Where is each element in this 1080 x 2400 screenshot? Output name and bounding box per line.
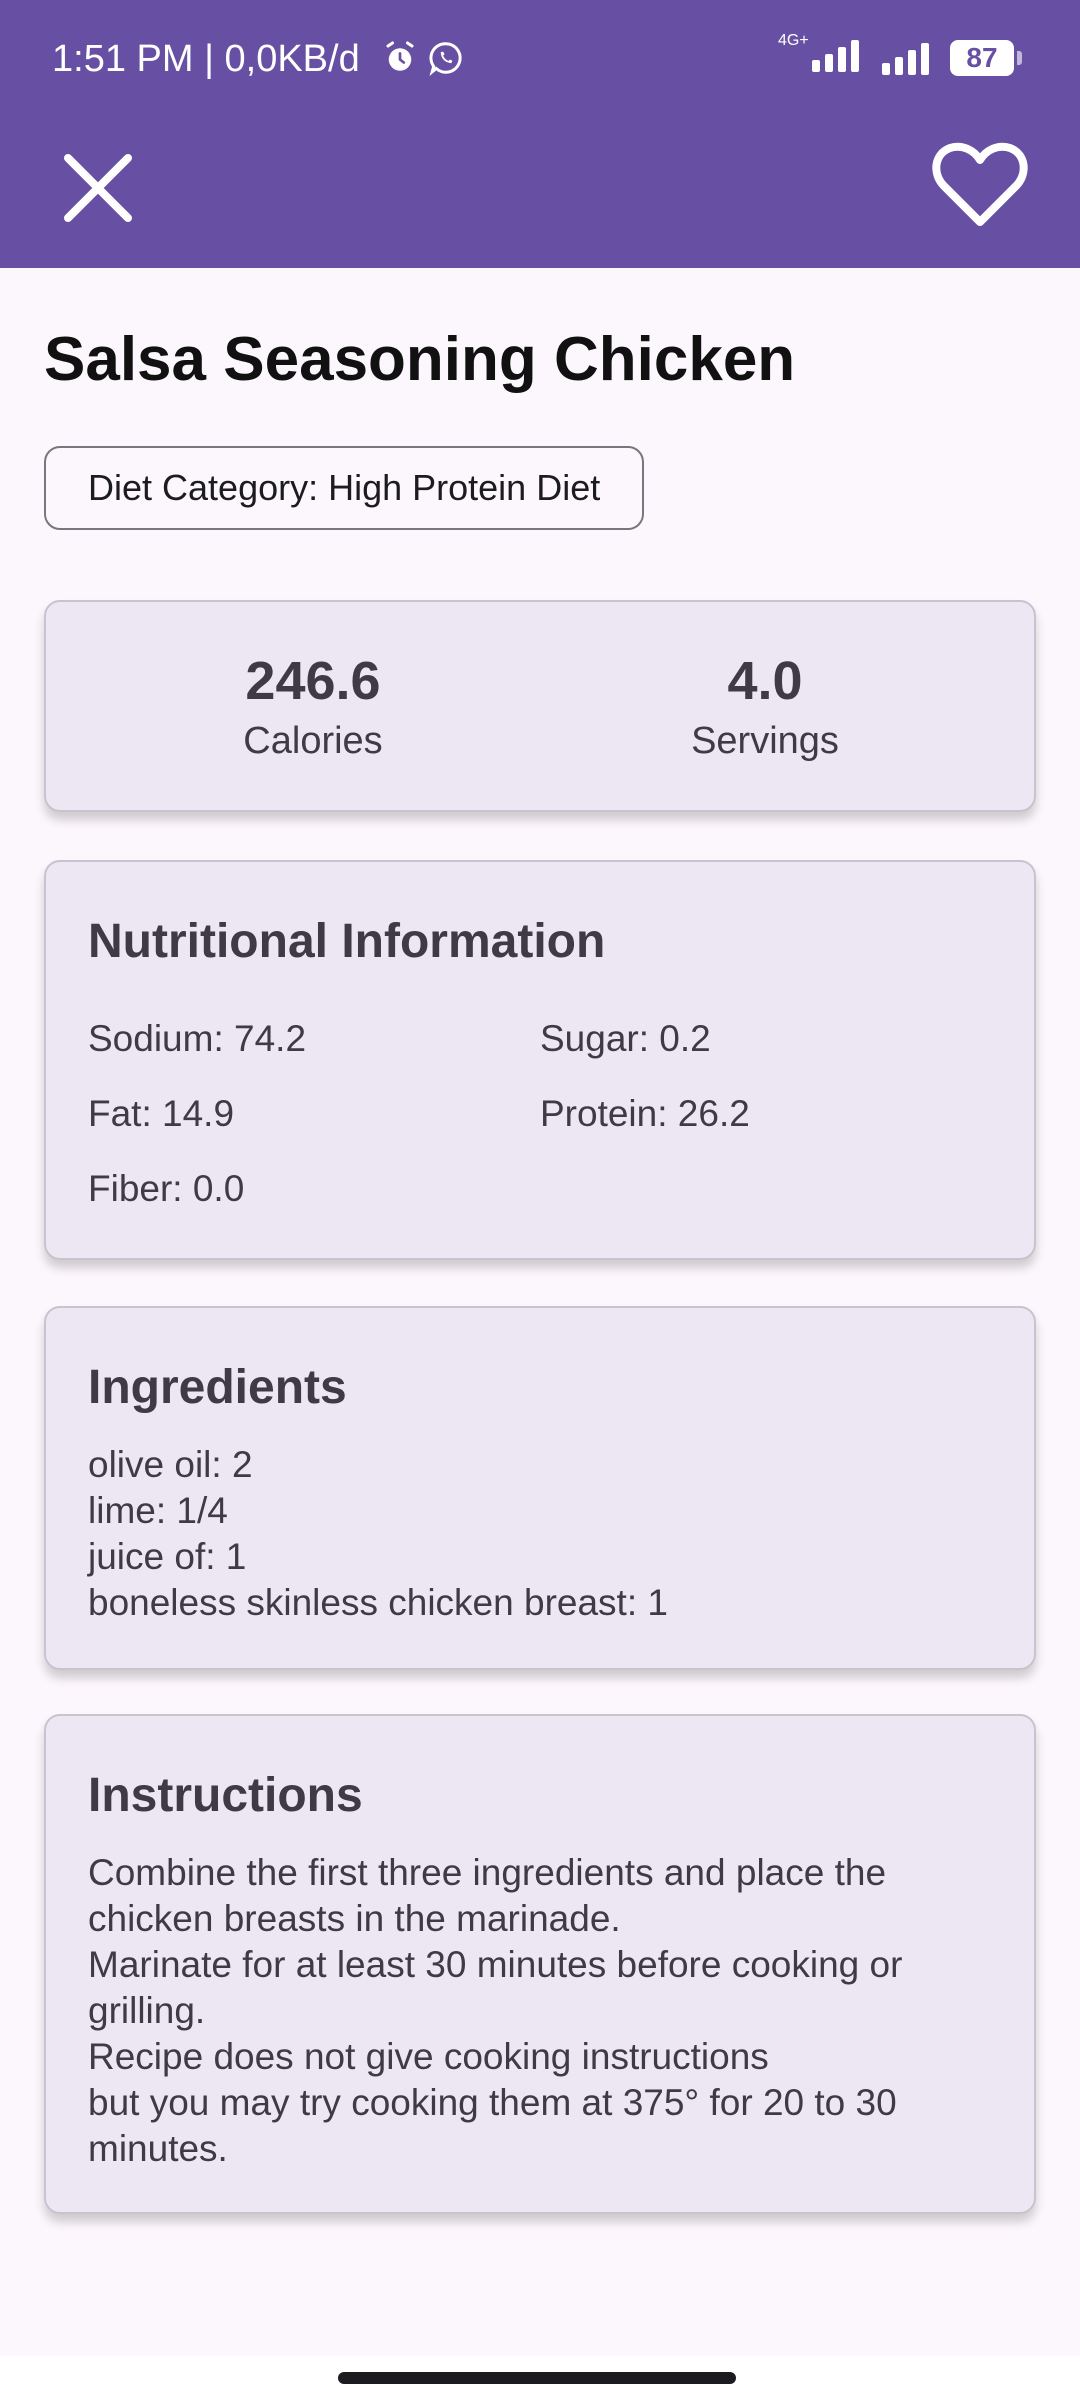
calories-value: 246.6 xyxy=(245,651,381,711)
list-item: lime: 1/4 xyxy=(88,1490,228,1531)
home-indicator[interactable] xyxy=(338,2372,736,2384)
ingredients-list: olive oil: 2 lime: 1/4 juice of: 1 bonel… xyxy=(88,1442,668,1626)
fat-value: Fat: 14.9 xyxy=(88,1093,235,1134)
network-type: 4G+ xyxy=(778,32,809,49)
nutrition-title: Nutritional Information xyxy=(88,915,606,968)
top-app-bar: 1:51 PM | 0,0KB/d 4G+ 87 xyxy=(0,0,1080,268)
servings-label: Servings xyxy=(691,720,839,762)
battery-level: 87 xyxy=(966,41,998,73)
whatsapp-icon xyxy=(429,42,462,76)
status-time: 1:51 PM | 0,0KB/d xyxy=(52,38,360,80)
recipe-title: Salsa Seasoning Chicken xyxy=(44,325,796,394)
nutrition-card: Nutritional Information Sodium: 74.2 Sug… xyxy=(44,860,1036,1260)
alarm-icon xyxy=(386,41,414,71)
signal-icon: 4G+ xyxy=(778,32,862,77)
sugar-value: Sugar: 0.2 xyxy=(540,1018,711,1059)
list-item: boneless skinless chicken breast: 1 xyxy=(88,1582,668,1623)
favorite-button[interactable] xyxy=(930,136,1030,232)
signal-icon-2 xyxy=(882,42,929,75)
instruction-line: but you may try cooking them at 375° for… xyxy=(88,2082,897,2123)
status-notification-icons xyxy=(382,40,464,76)
instruction-line: grilling. xyxy=(88,1990,206,2031)
instruction-line: minutes. xyxy=(88,2128,228,2169)
servings-value: 4.0 xyxy=(727,651,803,711)
servings-stat: 4.0 Servings xyxy=(615,650,915,763)
close-button[interactable] xyxy=(58,148,138,228)
status-system-icons: 4G+ 87 xyxy=(778,32,1022,77)
close-icon xyxy=(64,154,132,222)
protein-value: Protein: 26.2 xyxy=(540,1093,750,1134)
diet-category-chip[interactable]: Diet Category: High Protein Diet xyxy=(44,446,645,530)
battery-icon: 87 xyxy=(950,39,1022,76)
instruction-line: Marinate for at least 30 minutes before … xyxy=(88,1944,903,1985)
list-item: juice of: 1 xyxy=(88,1536,247,1577)
sodium-value: Sodium: 74.2 xyxy=(88,1018,307,1059)
list-item: olive oil: 2 xyxy=(88,1444,253,1485)
instruction-line: chicken breasts in the marinade. xyxy=(88,1898,621,1939)
instruction-line: Combine the first three ingredients and … xyxy=(88,1852,887,1893)
instruction-line: Recipe does not give cooking instruction… xyxy=(88,2036,769,2077)
calories-label: Calories xyxy=(243,720,383,762)
ingredients-card: Ingredients olive oil: 2 lime: 1/4 juice… xyxy=(44,1306,1036,1670)
instructions-card: Instructions Combine the first three ing… xyxy=(44,1714,1036,2214)
stats-card: 246.6 Calories 4.0 Servings xyxy=(44,600,1036,812)
fiber-value: Fiber: 0.0 xyxy=(88,1168,245,1209)
heart-outline-icon xyxy=(932,142,1028,226)
calories-stat: 246.6 Calories xyxy=(163,650,463,763)
instructions-text: Combine the first three ingredients and … xyxy=(88,1850,1008,2172)
instructions-title: Instructions xyxy=(88,1769,363,1822)
ingredients-title: Ingredients xyxy=(88,1361,347,1414)
